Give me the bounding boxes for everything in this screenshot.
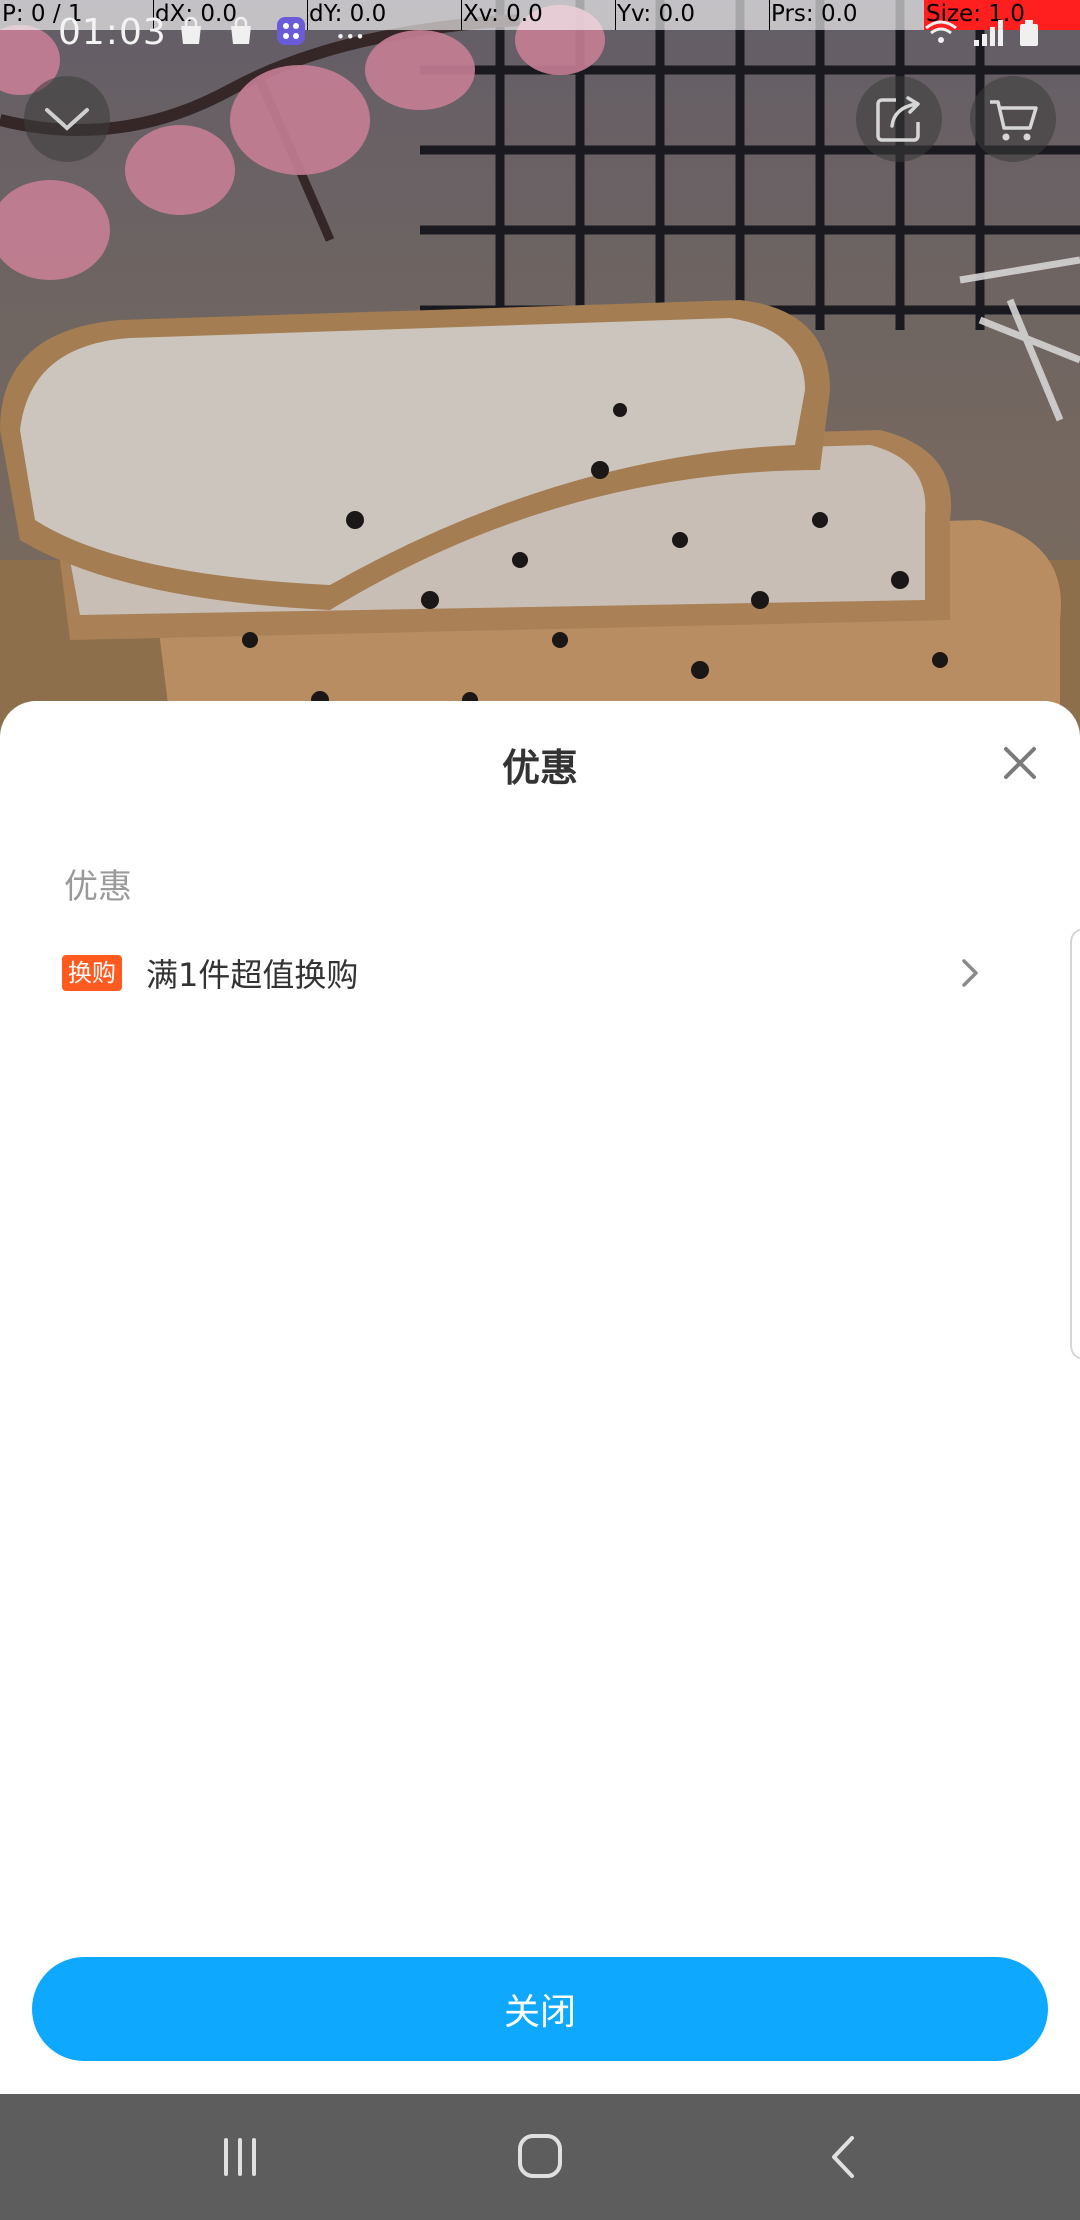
section-label: 优惠 xyxy=(64,867,132,907)
signal-icon xyxy=(974,20,1003,46)
collapse-chevron-icon xyxy=(45,108,89,131)
app-grid-icon xyxy=(277,17,305,45)
edge-panel-handle[interactable] xyxy=(1070,928,1080,1360)
debug-yv: Yv: 0.0 xyxy=(617,1,696,27)
system-navigation-bar xyxy=(0,2094,1080,2220)
debug-xv: Xv: 0.0 xyxy=(463,1,543,27)
shopping-bag-icon xyxy=(181,16,201,44)
status-time: 01:03 xyxy=(58,12,167,53)
close-button[interactable]: 关闭 xyxy=(32,1957,1048,2061)
recent-apps-icon[interactable] xyxy=(210,2132,270,2182)
share-icon xyxy=(876,96,920,142)
more-dots-icon xyxy=(338,34,363,39)
promo-text: 满1件超值换购 xyxy=(146,956,359,994)
shopping-bag-icon xyxy=(231,16,251,44)
back-icon[interactable] xyxy=(814,2132,874,2182)
promo-badge: 换购 xyxy=(62,955,122,991)
collapse-button[interactable] xyxy=(24,76,110,162)
share-button[interactable] xyxy=(856,76,942,162)
chevron-right-icon xyxy=(962,959,978,987)
battery-icon xyxy=(1020,20,1038,46)
cart-button[interactable] xyxy=(970,76,1056,162)
debug-prs: Prs: 0.0 xyxy=(771,1,858,27)
promotion-sheet: 优惠 优惠 换购 满1件超值换购 xyxy=(0,701,1080,2094)
sheet-title: 优惠 xyxy=(501,746,578,790)
home-icon[interactable] xyxy=(510,2132,570,2182)
wifi-icon xyxy=(925,20,957,43)
promo-item-trade-in[interactable]: 换购 满1件超值换购 xyxy=(62,943,982,1003)
cart-icon xyxy=(990,100,1038,141)
close-icon[interactable] xyxy=(996,739,1044,787)
